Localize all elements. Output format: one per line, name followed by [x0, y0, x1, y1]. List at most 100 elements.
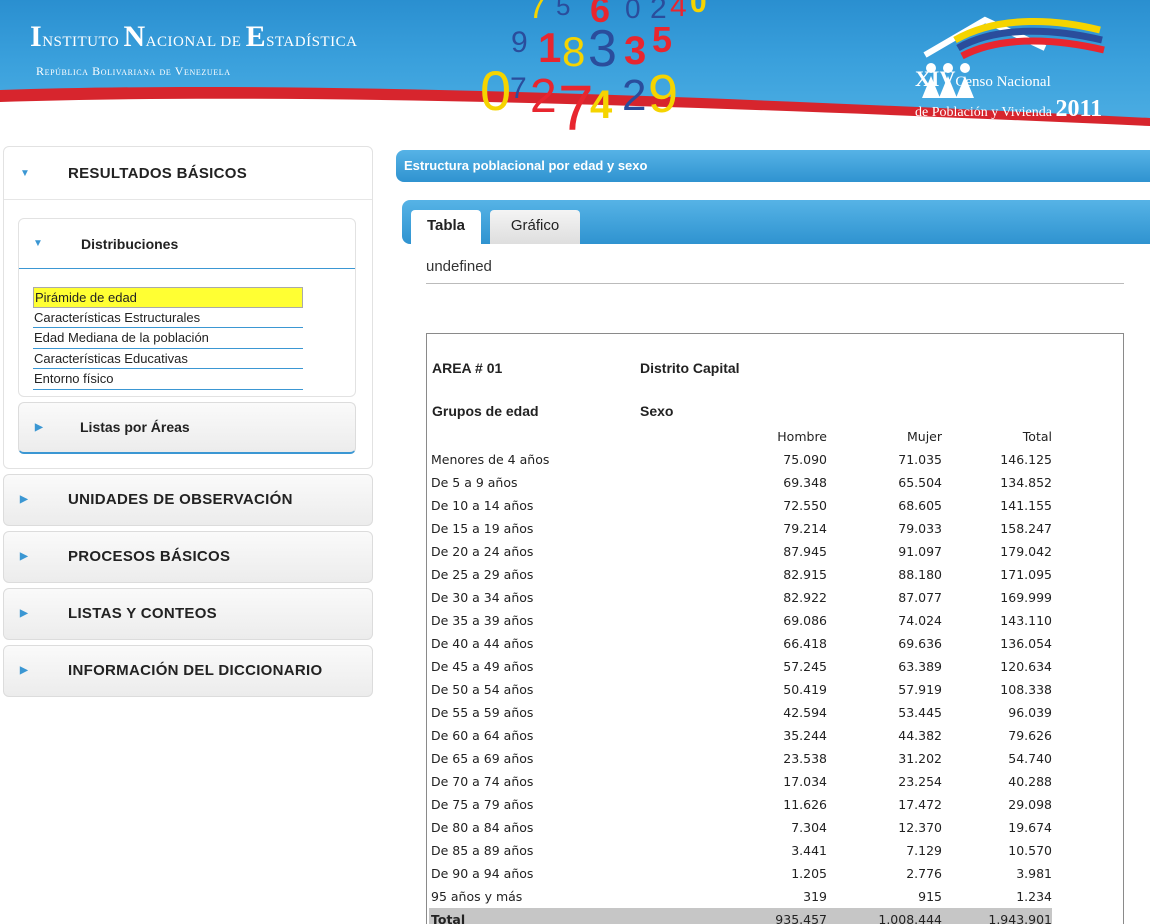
accordion-listas-conteos[interactable]: ▶ LISTAS Y CONTEOS [3, 587, 373, 640]
mujer-cell: 31.202 [898, 751, 942, 766]
total-cell: 40.288 [1008, 774, 1052, 789]
age-group-cell: De 35 a 39 años [431, 613, 534, 628]
digit-mark: 9 [511, 26, 528, 59]
divider [426, 283, 1124, 284]
link-entorno-fisico[interactable]: Entorno físico [33, 369, 303, 390]
ine-logo-country: República Bolivariana de Venezuela [36, 64, 231, 78]
mujer-cell: 12.370 [898, 820, 942, 835]
digit-mark: 7 [528, 0, 547, 26]
age-group-cell: De 65 a 69 años [431, 751, 534, 766]
mujer-cell: 91.097 [898, 544, 942, 559]
age-group-cell: De 80 a 84 años [431, 820, 534, 835]
link-caracteristicas-educativas[interactable]: Características Educativas [33, 349, 303, 369]
tab-grafico[interactable]: Gráfico [490, 210, 580, 244]
age-group-cell: De 15 a 19 años [431, 521, 534, 536]
subaccordion-header-distribuciones[interactable]: ▼ Distribuciones [19, 219, 355, 269]
mujer-cell: 74.024 [898, 613, 942, 628]
sidebar-menu: ▼ RESULTADOS BÁSICOS ▼ Distribuciones Pi… [3, 146, 373, 697]
hombre-cell: 82.922 [783, 590, 827, 605]
digit-mark: 0 [690, 0, 707, 19]
total-value-cell: 1.943.901 [942, 908, 1052, 924]
mujer-cell: 57.919 [898, 682, 942, 697]
censo-year: 2011 [1055, 96, 1103, 122]
hombre-cell: 7.304 [791, 820, 827, 835]
age-group-cell: 95 años y más [431, 889, 523, 904]
link-edad-mediana[interactable]: Edad Mediana de la población [33, 328, 303, 349]
main-content: Estructura poblacional por edad y sexo T… [396, 150, 1150, 924]
total-cell: 143.110 [1000, 613, 1052, 628]
total-cell: 79.626 [1008, 728, 1052, 743]
caret-right-icon: ▶ [35, 421, 43, 433]
accordion-procesos-basicos[interactable]: ▶ PROCESOS BÁSICOS [3, 530, 373, 583]
digit-mark: 5 [556, 0, 570, 21]
accordion-resultados-basicos: ▼ RESULTADOS BÁSICOS ▼ Distribuciones Pi… [3, 146, 373, 469]
total-value-cell: 1.008.444 [827, 908, 942, 924]
accordion-header-resultados[interactable]: ▼ RESULTADOS BÁSICOS [4, 147, 372, 199]
hombre-cell: 3.441 [791, 843, 827, 858]
accordion-label: UNIDADES DE OBSERVACIÓN [68, 491, 293, 508]
table-header-row: Hombre Mujer Total [429, 425, 1052, 448]
total-cell: 54.740 [1008, 751, 1052, 766]
subaccordion-label: Distribuciones [81, 235, 179, 252]
header-empty [429, 425, 735, 448]
accordion-informacion-diccionario[interactable]: ▶ INFORMACIÓN DEL DICCIONARIO [3, 644, 373, 697]
mujer-cell: 23.254 [898, 774, 942, 789]
age-group-cell: De 50 a 54 años [431, 682, 534, 697]
table-row: De 45 a 49 años 57.245 63.389 120.634 [429, 655, 1052, 678]
mujer-cell: 69.636 [898, 636, 942, 651]
sex-label: Sexo [640, 403, 674, 419]
link-piramide-edad[interactable]: Pirámide de edad [33, 287, 303, 308]
caret-right-icon: ▶ [20, 494, 28, 505]
hombre-cell: 1.205 [791, 866, 827, 881]
table-row: De 5 a 9 años 69.348 65.504 134.852 [429, 471, 1052, 494]
accordion-label: LISTAS Y CONTEOS [68, 605, 217, 622]
mujer-cell: 65.504 [898, 475, 942, 490]
total-cell: 136.054 [1000, 636, 1052, 651]
accordion-body-resultados: ▼ Distribuciones Pirámide de edad Caract… [4, 199, 372, 468]
age-group-cell: De 20 a 24 años [431, 544, 534, 559]
mujer-cell: 68.605 [898, 498, 942, 513]
digit-mark: 2 [622, 71, 646, 120]
table-row: De 55 a 59 años 42.594 53.445 96.039 [429, 701, 1052, 724]
age-group-cell: De 5 a 9 años [431, 475, 518, 490]
area-name: Distrito Capital [640, 360, 740, 376]
mujer-cell: 79.033 [898, 521, 942, 536]
link-caracteristicas-estructurales[interactable]: Características Estructurales [33, 308, 303, 328]
digit-mark: 9 [648, 64, 678, 124]
table-row: De 15 a 19 años 79.214 79.033 158.247 [429, 517, 1052, 540]
accordion-label: PROCESOS BÁSICOS [68, 548, 231, 565]
subaccordion-label: Listas por Áreas [80, 419, 190, 435]
table-row: De 30 a 34 años 82.922 87.077 169.999 [429, 586, 1052, 609]
hombre-cell: 35.244 [783, 728, 827, 743]
hombre-cell: 75.090 [783, 452, 827, 467]
digit-mark: 4 [590, 83, 613, 127]
hombre-cell: 69.086 [783, 613, 827, 628]
mujer-cell: 53.445 [898, 705, 942, 720]
digit-mark: 0 [480, 59, 511, 122]
hombre-cell: 69.348 [783, 475, 827, 490]
age-group-cell: De 40 a 44 años [431, 636, 534, 651]
col-mujer: Mujer [906, 429, 942, 444]
report-subtitle: undefined [426, 258, 492, 275]
report-frame: AREA # 01 Distrito Capital Grupos de eda… [426, 333, 1124, 924]
table-row: De 50 a 54 años 50.419 57.919 108.338 [429, 678, 1052, 701]
hombre-cell: 17.034 [783, 774, 827, 789]
subaccordion-distribuciones: ▼ Distribuciones Pirámide de edad Caract… [18, 218, 356, 397]
age-group-cell: Menores de 4 años [431, 452, 550, 467]
total-cell: 169.999 [1000, 590, 1052, 605]
table-row: De 40 a 44 años 66.418 69.636 136.054 [429, 632, 1052, 655]
caret-right-icon: ▶ [20, 608, 28, 619]
caret-down-icon: ▼ [33, 238, 43, 249]
accordion-unidades-observacion[interactable]: ▶ UNIDADES DE OBSERVACIÓN [3, 473, 373, 526]
mujer-cell: 915 [918, 889, 942, 904]
mujer-cell: 44.382 [898, 728, 942, 743]
censo-line2: de Población y Vivienda [915, 105, 1052, 120]
tab-tabla[interactable]: Tabla [411, 210, 481, 244]
age-group-cell: De 85 a 89 años [431, 843, 534, 858]
caret-right-icon: ▶ [20, 551, 28, 562]
table-row: De 60 a 64 años 35.244 44.382 79.626 [429, 724, 1052, 747]
group-label: Grupos de edad [432, 403, 539, 419]
hombre-cell: 82.915 [783, 567, 827, 582]
total-value-cell: 935.457 [735, 908, 827, 924]
subaccordion-listas-por-areas[interactable]: ▶ Listas por Áreas [18, 401, 356, 454]
